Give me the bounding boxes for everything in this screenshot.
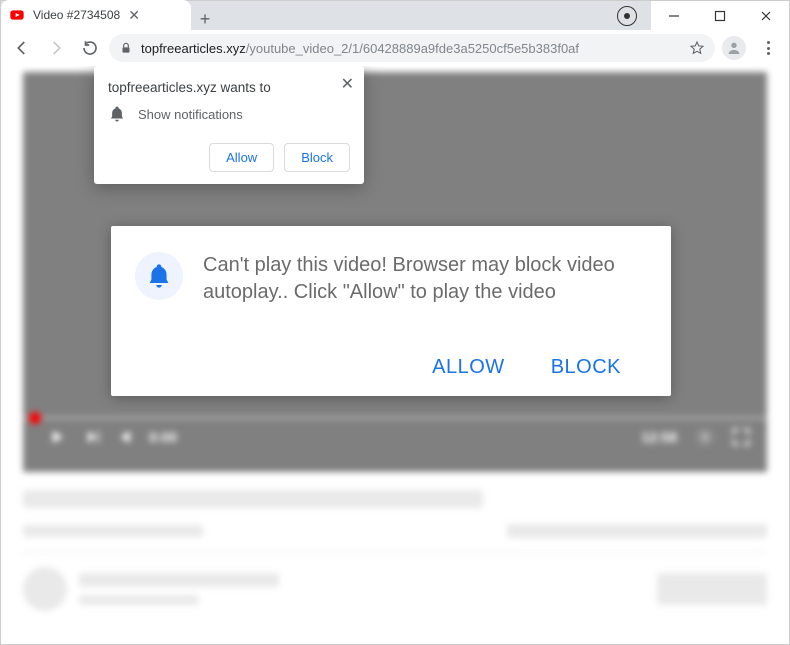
skeleton-avatar (23, 567, 67, 611)
divider (23, 552, 767, 553)
address-bar[interactable]: topfreearticles.xyz/youtube_video_2/1/60… (109, 34, 715, 62)
skeleton-views (23, 525, 203, 537)
video-current-time: 0:00 (149, 429, 177, 445)
new-tab-button[interactable]: + (191, 9, 219, 30)
window-titlebar: Video #2734508 ✕ + (0, 0, 790, 30)
profile-avatar-button[interactable] (719, 33, 749, 63)
prompt-origin-text: topfreearticles.xyz wants to (108, 80, 350, 95)
prompt-close-icon[interactable]: ✕ (341, 74, 354, 94)
bell-icon (108, 105, 126, 123)
skeleton-subscribe (657, 573, 767, 605)
tab-title: Video #2734508 (33, 8, 120, 22)
video-progress-thumb[interactable] (29, 412, 41, 424)
fullscreen-icon[interactable] (727, 426, 755, 448)
media-indicator-icon[interactable] (617, 6, 637, 26)
skeleton-subs (79, 595, 199, 605)
nav-forward-button[interactable] (41, 33, 71, 63)
browser-tab[interactable]: Video #2734508 ✕ (1, 0, 191, 30)
video-progress-bar[interactable] (23, 416, 767, 420)
video-controls: 0:00 12:58 (23, 416, 767, 472)
video-duration: 12:58 (641, 429, 677, 445)
prompt-capability-text: Show notifications (138, 107, 243, 122)
fake-allow-modal: Can't play this video! Browser may block… (111, 226, 671, 396)
lock-icon (119, 41, 133, 55)
fake-allow-button[interactable]: ALLOW (432, 356, 505, 379)
url-text: topfreearticles.xyz/youtube_video_2/1/60… (141, 41, 579, 56)
next-icon[interactable] (79, 426, 107, 448)
fake-modal-message: Can't play this video! Browser may block… (203, 252, 643, 306)
browser-menu-button[interactable] (753, 33, 783, 63)
reload-button[interactable] (75, 33, 105, 63)
play-icon[interactable] (43, 426, 71, 448)
youtube-icon (9, 7, 25, 23)
tab-strip: Video #2734508 ✕ + (1, 1, 651, 30)
window-close-button[interactable] (743, 1, 789, 30)
prompt-block-button[interactable]: Block (284, 143, 350, 172)
nav-back-button[interactable] (7, 33, 37, 63)
skeleton-actions (507, 524, 767, 538)
window-controls (651, 1, 789, 30)
bookmark-star-icon[interactable] (689, 40, 705, 56)
prompt-allow-button[interactable]: Allow (209, 143, 274, 172)
skeleton-channel-name (79, 573, 279, 587)
notification-permission-prompt: ✕ topfreearticles.xyz wants to Show noti… (94, 66, 364, 184)
browser-toolbar: topfreearticles.xyz/youtube_video_2/1/60… (0, 30, 790, 66)
settings-icon[interactable] (691, 426, 719, 448)
page-viewport: PCrisk.com 0:00 12:58 (0, 66, 790, 645)
volume-icon[interactable] (115, 426, 143, 448)
bell-icon (135, 252, 183, 300)
tab-close-icon[interactable]: ✕ (128, 7, 140, 24)
window-maximize-button[interactable] (697, 1, 743, 30)
skeleton-title (23, 490, 483, 508)
fake-block-button[interactable]: BLOCK (551, 356, 621, 379)
window-minimize-button[interactable] (651, 1, 697, 30)
